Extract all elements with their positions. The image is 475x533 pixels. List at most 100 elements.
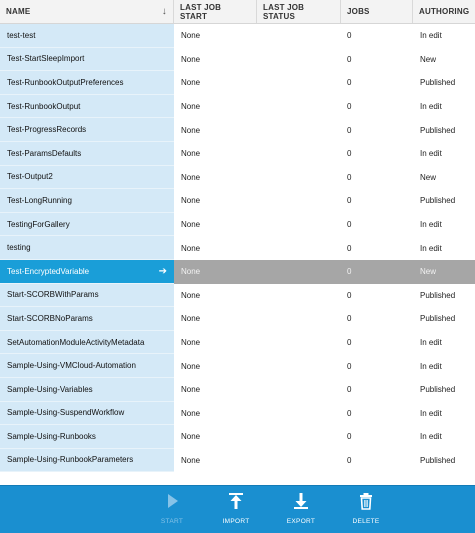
row-last-job-start-text: None (181, 172, 201, 182)
row-jobs: 0 (341, 95, 413, 119)
row-name[interactable]: SetAutomationModuleActivityMetadata (0, 330, 174, 355)
table-row[interactable]: testing None 0 In edit (0, 236, 475, 260)
table-row[interactable]: Test-LongRunning None 0 Published (0, 189, 475, 213)
table-row[interactable]: Test-ParamsDefaults None 0 In edit (0, 141, 475, 166)
table-row[interactable]: TestingForGallery None 0 In edit (0, 212, 475, 237)
row-jobs-text: 0 (347, 455, 352, 465)
row-name[interactable]: Sample-Using-Runbooks (0, 425, 174, 449)
row-jobs-text: 0 (347, 408, 352, 418)
table-row[interactable]: Sample-Using-Runbooks None 0 In edit (0, 425, 475, 449)
table-row[interactable]: Start-SCORBNoParams None 0 Published (0, 307, 475, 331)
row-authoring: In edit (413, 425, 475, 449)
row-authoring: In edit (413, 213, 475, 237)
row-name[interactable]: Start-SCORBNoParams (0, 307, 174, 331)
table-row[interactable]: Start-SCORBWithParams None 0 Published (0, 283, 475, 308)
row-jobs: 0 (341, 307, 413, 331)
row-last-job-status (257, 402, 341, 426)
table-row[interactable]: Sample-Using-Variables None 0 Published (0, 377, 475, 402)
row-authoring: In edit (413, 24, 475, 48)
row-authoring: In edit (413, 402, 475, 426)
table-row[interactable]: Test-ProgressRecords None 0 Published (0, 118, 475, 142)
table-row[interactable]: Sample-Using-VMCloud-Automation None 0 In e… (0, 354, 475, 378)
row-name[interactable]: Sample-Using-VMCloud-Automation (0, 354, 174, 378)
column-header-last-job-status[interactable]: LAST JOB STATUS (257, 0, 341, 23)
arrow-right-icon[interactable]: ➔ (159, 266, 167, 277)
row-authoring-text: In edit (420, 338, 442, 348)
row-last-job-start-text: None (181, 196, 201, 206)
row-name[interactable]: Sample-Using-SuspendWorkflow (0, 401, 174, 426)
row-authoring: Published (413, 378, 475, 402)
table-row[interactable]: SetAutomationModuleActivityMetadata None 0… (0, 330, 475, 355)
row-authoring: In edit (413, 331, 475, 355)
row-jobs-text: 0 (347, 172, 352, 182)
table-row[interactable]: Test-Output2 None 0 New (0, 165, 475, 190)
table-row[interactable]: Test-RunbookOutput None 0 In edit (0, 94, 475, 119)
column-header-last-job-start[interactable]: LAST JOB START (174, 0, 257, 23)
row-last-job-start-text: None (181, 243, 201, 253)
table-row[interactable]: Test-EncryptedVariable ➔ None 0 New (0, 259, 475, 284)
table-row[interactable]: Sample-Using-RunbookParameters None 0 Publi… (0, 448, 475, 473)
row-last-job-start: None (174, 118, 257, 142)
row-authoring-text: In edit (420, 31, 442, 41)
row-authoring: Published (413, 118, 475, 142)
row-authoring: New (413, 259, 475, 284)
import-button[interactable]: IMPORT (212, 492, 260, 530)
row-authoring-text: In edit (420, 432, 442, 442)
row-authoring: In edit (413, 354, 475, 378)
arrow-down-icon: ↓ (161, 6, 167, 17)
row-jobs-text: 0 (347, 432, 352, 442)
row-name-text: Test-ProgressRecords (7, 125, 87, 135)
row-name[interactable]: Test-ProgressRecords (0, 118, 174, 142)
row-name[interactable]: Test-Output2 (0, 165, 174, 190)
row-name-text: Test-RunbookOutputPreferences (7, 77, 124, 87)
row-name[interactable]: Test-EncryptedVariable ➔ (0, 259, 174, 284)
row-jobs: 0 (341, 331, 413, 355)
row-name[interactable]: Sample-Using-RunbookParameters (0, 448, 174, 473)
row-authoring: In edit (413, 142, 475, 166)
import-button-label: IMPORT (222, 518, 250, 525)
table-row[interactable]: Sample-Using-SuspendWorkflow None 0 In edit (0, 401, 475, 426)
row-authoring-text: Published (420, 455, 456, 465)
row-name[interactable]: Test-StartSleepImport (0, 47, 174, 72)
row-last-job-start: None (174, 48, 257, 72)
row-authoring-text: In edit (420, 149, 442, 159)
row-authoring-text: In edit (420, 408, 442, 418)
column-header-name[interactable]: NAME ↓ (0, 0, 174, 23)
column-header-authoring[interactable]: AUTHORING (413, 0, 475, 23)
row-last-job-start-text: None (181, 54, 201, 64)
row-name[interactable]: Test-RunbookOutputPreferences (0, 71, 174, 95)
row-authoring: New (413, 166, 475, 190)
row-name-text: testing (7, 243, 31, 253)
row-authoring-text: New (420, 54, 437, 64)
row-name[interactable]: test-test (0, 24, 174, 48)
trash-icon (360, 493, 372, 510)
row-name[interactable]: Test-LongRunning (0, 189, 174, 213)
row-last-job-status (257, 331, 341, 355)
row-last-job-start-text: None (181, 314, 201, 324)
row-name[interactable]: Test-RunbookOutput (0, 94, 174, 119)
table-row[interactable]: test-test None 0 In edit (0, 24, 475, 48)
row-last-job-start-text: None (181, 267, 201, 277)
row-name-text: SetAutomationModuleActivityMetadata (7, 337, 145, 347)
row-last-job-start-text: None (181, 220, 201, 230)
row-name[interactable]: Start-SCORBWithParams (0, 283, 174, 308)
table-row[interactable]: Test-StartSleepImport None 0 New (0, 47, 475, 72)
row-name-text: Start-SCORBWithParams (7, 290, 99, 300)
export-button[interactable]: EXPORT (277, 492, 325, 530)
row-last-job-status (257, 71, 341, 95)
row-name[interactable]: TestingForGallery (0, 212, 174, 237)
column-header-jobs[interactable]: JOBS (341, 0, 413, 23)
row-name[interactable]: Sample-Using-Variables (0, 377, 174, 402)
row-jobs: 0 (341, 48, 413, 72)
export-button-label: EXPORT (286, 518, 316, 525)
row-name-text: TestingForGallery (7, 219, 70, 229)
start-button[interactable]: START (148, 492, 196, 530)
row-name-text: Start-SCORBNoParams (7, 313, 93, 323)
row-name[interactable]: Test-ParamsDefaults (0, 141, 174, 166)
table-row[interactable]: Test-RunbookOutputPreferences None 0 Publis… (0, 71, 475, 95)
row-name[interactable]: testing (0, 236, 174, 260)
row-last-job-start-text: None (181, 78, 201, 88)
delete-button[interactable]: DELETE (342, 492, 390, 530)
row-authoring: New (413, 48, 475, 72)
row-jobs-text: 0 (347, 361, 352, 371)
